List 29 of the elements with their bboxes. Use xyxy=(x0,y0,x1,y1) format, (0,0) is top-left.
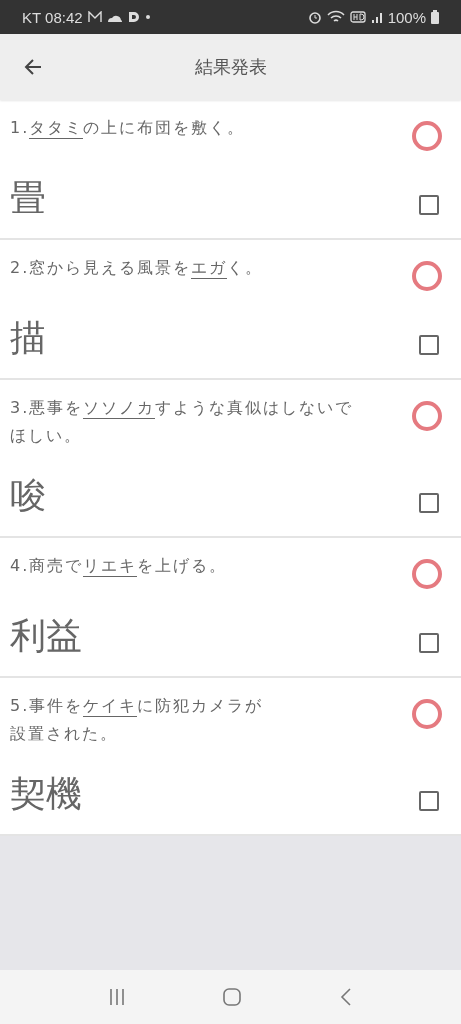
question-text: 2.窓から見える風景を エガ く。 xyxy=(10,257,264,281)
battery-icon xyxy=(431,10,439,24)
checkbox[interactable] xyxy=(419,791,439,811)
checkbox[interactable] xyxy=(419,633,439,653)
mail-icon xyxy=(87,11,102,23)
question-text: 4.商売で リエキ を上げる。 xyxy=(10,555,228,579)
answer-text: 畳 xyxy=(10,176,46,220)
hd-icon xyxy=(349,11,366,23)
signal-icon xyxy=(370,11,383,23)
dot-icon xyxy=(144,14,151,20)
screen-title: 結果発表 xyxy=(194,55,267,79)
question-text: 3.悪事を ソソノカすような真似はしないでほしい。 xyxy=(10,397,355,447)
question-text: 5.事件をケイキ に防犯カメラが 設置された。 xyxy=(10,695,264,745)
answer-text: 描 xyxy=(10,316,46,360)
home-icon[interactable] xyxy=(222,987,243,1007)
checkbox[interactable] xyxy=(419,493,439,513)
answer-text: 唆 xyxy=(10,474,46,518)
question-text: 1.タタミ の上に布団を敷く。 xyxy=(10,117,246,141)
wifi-icon xyxy=(326,10,345,24)
battery-percent: 100% xyxy=(387,8,426,26)
answer-text: 契機 xyxy=(10,772,82,816)
d-app-icon xyxy=(127,11,140,23)
alarm-icon xyxy=(307,10,322,24)
recent-apps-icon[interactable] xyxy=(108,988,125,1006)
back-nav-icon[interactable] xyxy=(340,987,353,1007)
checkbox[interactable] xyxy=(419,195,439,215)
status-time: KT 08:42 xyxy=(22,8,83,26)
answer-text: 利益 xyxy=(10,614,82,658)
checkbox[interactable] xyxy=(419,335,439,355)
